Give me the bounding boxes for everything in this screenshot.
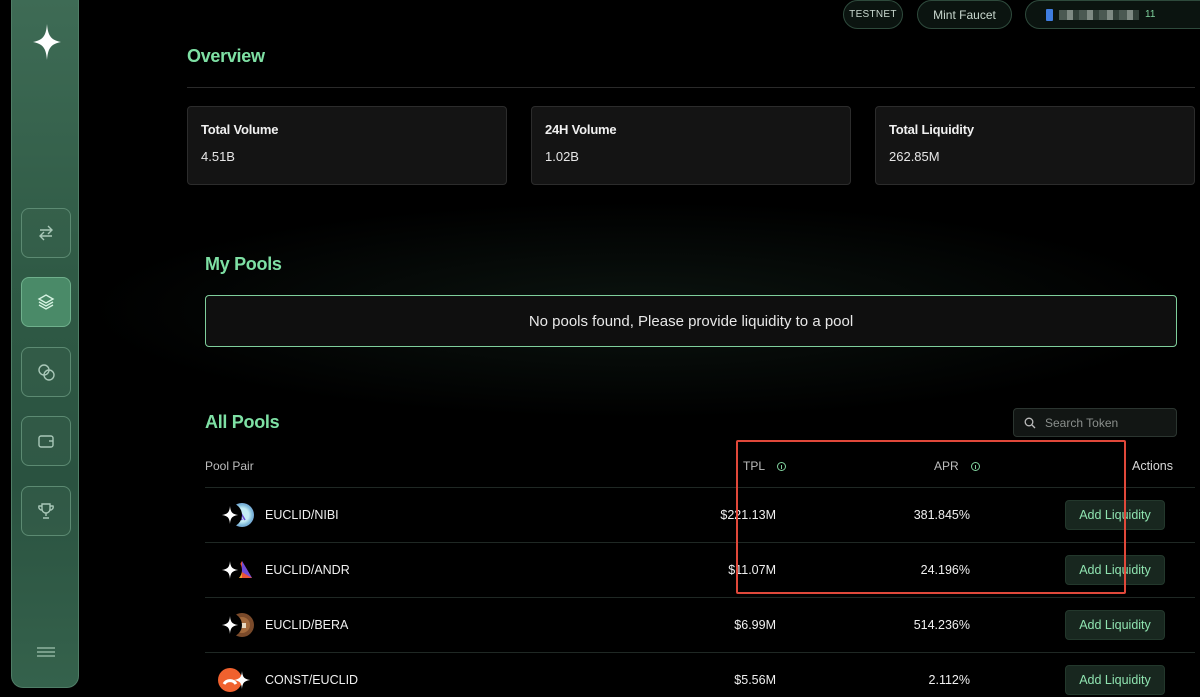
mint-faucet-button[interactable]: Mint Faucet [917,0,1012,29]
column-label: APR [934,459,959,473]
info-icon[interactable] [970,461,980,471]
wallet-address-button[interactable]: 11 [1025,0,1200,29]
column-label: TPL [743,459,766,473]
column-header-actions: Actions [1132,459,1173,473]
table-row[interactable]: EUCLID/NIBI $221.13M 381.845% Add Liquid… [205,488,1195,542]
pool-apr: 2.112% [928,673,970,687]
stat-label: Total Volume [201,122,279,137]
column-header-tpl[interactable]: TPL [743,459,787,473]
stat-value: 1.02B [545,149,579,164]
pool-tpl: $11.07M [728,563,776,577]
add-liquidity-button[interactable]: Add Liquidity [1065,500,1165,530]
stat-label: Total Liquidity [889,122,974,137]
sidebar-item-swap[interactable] [21,208,71,258]
info-icon[interactable] [777,461,787,471]
swap-icon [39,225,53,241]
table-row[interactable]: EUCLID/ANDR $11.07M 24.196% Add Liquidit… [205,543,1195,597]
sidebar-item-pools[interactable] [21,277,71,327]
pool-pair-name[interactable]: EUCLID/NIBI [265,508,339,522]
search-input[interactable] [1045,415,1165,430]
all-pools-title: All Pools [205,412,280,432]
pool-tpl: $6.99M [734,618,776,632]
my-pools-empty-state: No pools found, Please provide liquidity… [205,295,1177,347]
wallet-chain-icon [1046,8,1053,21]
table-row[interactable]: CONST/EUCLID $5.56M 2.112% Add Liquidity [205,653,1195,697]
stat-value: 262.85M [889,149,940,164]
pool-apr: 514.236% [913,618,970,632]
stat-card-total-volume: Total Volume 4.51B [187,106,507,185]
wallet-icon [38,435,54,448]
add-liquidity-button[interactable]: Add Liquidity [1065,665,1165,695]
pool-pair-name[interactable]: CONST/EUCLID [265,673,358,687]
pool-tpl: $5.56M [734,673,776,687]
column-label: Pool Pair [205,459,254,473]
trophy-icon [38,503,54,519]
column-header-pool-pair: Pool Pair [205,459,254,473]
sidebar [11,0,79,688]
sidebar-item-portfolio[interactable] [21,416,71,466]
testnet-badge: TESTNET [843,0,903,29]
overview-divider [187,87,1195,88]
pool-apr: 24.196% [920,563,970,577]
wallet-address-suffix: 11 [1145,9,1156,20]
stat-card-24h-volume: 24H Volume 1.02B [531,106,851,185]
sidebar-item-tokens[interactable] [21,347,71,397]
add-liquidity-button[interactable]: Add Liquidity [1065,610,1165,640]
euclid-token-icon [230,668,254,692]
empty-message: No pools found, Please provide liquidity… [528,312,854,330]
coins-icon [38,364,55,381]
column-label: Actions [1132,459,1173,473]
euclid-logo-icon[interactable] [31,22,63,62]
stat-value: 4.51B [201,149,235,164]
menu-icon[interactable] [36,646,56,658]
column-header-apr[interactable]: APR [934,459,980,473]
stat-label: 24H Volume [545,122,617,137]
euclid-token-icon [218,503,242,527]
search-token-box[interactable] [1013,408,1177,437]
euclid-token-icon [218,558,242,582]
pool-pair-name[interactable]: EUCLID/ANDR [265,563,350,577]
my-pools-title: My Pools [205,254,282,274]
add-liquidity-button[interactable]: Add Liquidity [1065,555,1165,585]
layers-icon [37,294,55,310]
sidebar-item-rewards[interactable] [21,486,71,536]
euclid-token-icon [218,613,242,637]
search-icon [1024,417,1036,428]
pool-pair-name[interactable]: EUCLID/BERA [265,618,348,632]
pool-apr: 381.845% [913,508,970,522]
pool-tpl: $221.13M [720,508,776,522]
table-row[interactable]: EUCLID/BERA $6.99M 514.236% Add Liquidit… [205,598,1195,652]
wallet-address-redacted [1059,9,1139,20]
stat-card-total-liquidity: Total Liquidity 262.85M [875,106,1195,185]
overview-title: Overview [187,46,265,66]
